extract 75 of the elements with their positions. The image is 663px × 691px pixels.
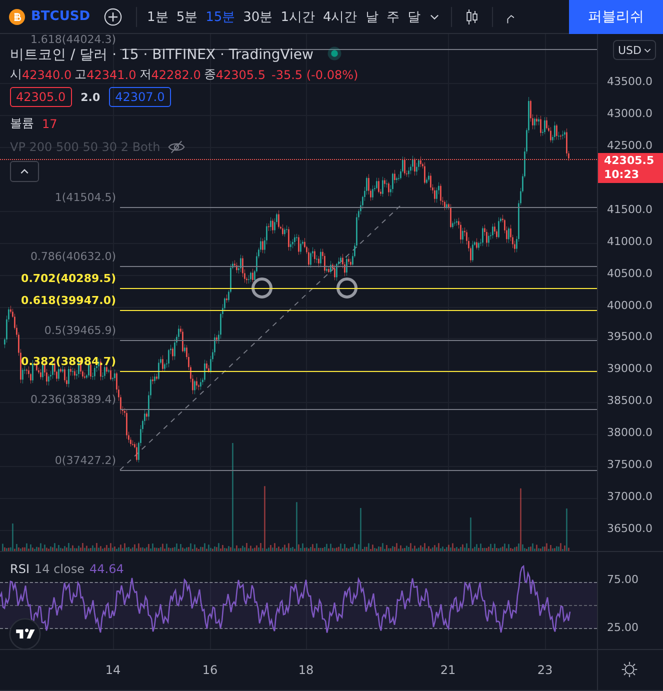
interval-tab[interactable]: 4시간 [318, 2, 362, 32]
rsi-value: 44.64 [90, 562, 124, 576]
ohlc-value: 42340.0 [22, 68, 72, 82]
price-tick: 41000.0 [607, 235, 652, 248]
chevron-down-icon[interactable] [430, 14, 440, 20]
interval-tab[interactable]: 15분 [202, 2, 240, 32]
status-dot-icon [327, 46, 342, 60]
ohlc-value: 42341.0 [86, 68, 136, 82]
interval-tab[interactable]: 날 [361, 2, 382, 32]
fib-level-label: 0.236(38389.4) [30, 393, 116, 406]
currency-dropdown[interactable]: USD [613, 40, 656, 60]
ohlc-value: 42305.5 [216, 68, 266, 82]
price-tick: 39000.0 [607, 362, 652, 375]
tradingview-logo-icon[interactable] [9, 618, 41, 649]
price-tick: 36500.0 [607, 522, 652, 535]
price-tick: 42500.0 [607, 139, 652, 152]
circle-marker-icon [252, 278, 272, 298]
price-tick: 40000.0 [607, 299, 652, 312]
fib-level-label: 0(37427.2) [54, 454, 116, 467]
chart-title: 비트코인 / 달러 · 15 · BITFINEX · TradingView [10, 46, 314, 64]
price-tick: 38500.0 [607, 394, 652, 407]
last-price: 42305.5 [604, 154, 656, 168]
price-tick: 38000.0 [607, 426, 652, 439]
ohlc-label: 시 [10, 66, 22, 83]
price-tick: 40500.0 [607, 267, 652, 280]
interval-tab[interactable]: 5분 [172, 2, 202, 32]
time-tick: 23 [536, 663, 554, 677]
price-change: -35.5 (-0.08%) [272, 68, 358, 82]
chevron-down-icon [644, 48, 651, 52]
price-tick: 39500.0 [607, 330, 652, 343]
interval-tab[interactable]: 주 [382, 2, 404, 32]
chevron-up-icon [20, 169, 29, 174]
bar-countdown: 10:23 [604, 168, 640, 182]
ohlc-label: 종 [204, 66, 216, 83]
fib-level-label: 1.618(44024.3) [30, 34, 116, 46]
fib-level-label: 0.786(40632.0) [30, 250, 116, 263]
fib-level-label: 0.618(39947.0) [21, 294, 116, 307]
price-tick: 43000.0 [607, 107, 652, 120]
time-tick: 21 [439, 663, 457, 677]
rsi-name: RSI [10, 562, 30, 576]
circle-marker-icon [336, 278, 358, 298]
fib-level-label: 1(41504.5) [54, 191, 116, 204]
rsi-params: 14 close [34, 562, 84, 576]
settings-icon[interactable] [621, 661, 638, 678]
sell-price-button[interactable]: 42305.0 [10, 87, 72, 107]
fib-level-label: 0.5(39465.9) [44, 324, 116, 337]
rsi-tick: 75.00 [607, 573, 638, 586]
add-icon[interactable] [104, 8, 122, 26]
ohlc-value: 42282.0 [151, 68, 201, 82]
time-tick: 18 [297, 663, 315, 677]
publish-button[interactable]: 퍼블리쉬 [569, 0, 663, 34]
time-tick: 14 [104, 663, 122, 677]
volume-label: 볼륨 [10, 115, 34, 132]
eye-off-icon[interactable] [168, 140, 186, 154]
price-tick: 43500.0 [607, 75, 652, 88]
price-tick: 37500.0 [607, 458, 652, 471]
buy-price-button[interactable]: 42307.0 [109, 87, 171, 107]
interval-tab[interactable]: 달 [403, 2, 424, 32]
interval-tab[interactable]: 30분 [239, 2, 277, 32]
volume-value: 17 [42, 116, 58, 130]
interval-tab[interactable]: 1시간 [276, 2, 319, 32]
bitcoin-logo-icon [9, 8, 25, 24]
spread-value: 2.0 [80, 90, 100, 104]
price-tick: 37000.0 [607, 490, 652, 503]
price-tick: 41500.0 [607, 203, 652, 216]
symbol-name[interactable]: BTCUSD [31, 9, 90, 24]
time-tick: 16 [201, 663, 219, 677]
ohlc-label: 저 [139, 66, 152, 83]
collapse-button[interactable] [10, 161, 39, 182]
interval-tab[interactable]: 1분 [143, 2, 172, 32]
ohlc-label: 고 [74, 66, 87, 83]
volume-profile-label: VP 200 500 50 30 2 Both [10, 140, 160, 154]
rsi-tick: 25.00 [607, 621, 638, 634]
candlestick-icon[interactable] [466, 8, 478, 26]
fib-level-label: 0.702(40289.5) [21, 272, 116, 285]
